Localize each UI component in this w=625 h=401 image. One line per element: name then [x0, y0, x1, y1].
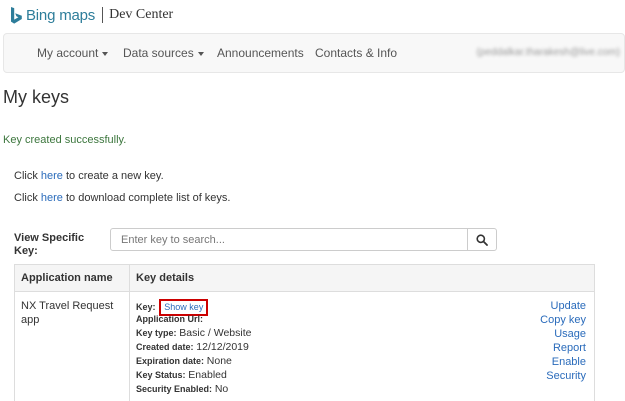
key-row: Key: Show key	[136, 299, 209, 316]
nav-data-sources-label: Data sources	[123, 46, 194, 60]
key-type-value: Basic / Website	[179, 327, 252, 339]
application-name: NX Travel Request app	[21, 300, 114, 326]
nav-my-account-label: My account	[37, 46, 99, 60]
created-date-row: Created date: 12/12/2019	[136, 341, 249, 353]
usage-link[interactable]: Usage	[506, 327, 586, 341]
nav-contacts-info[interactable]: Contacts & Info	[315, 46, 397, 60]
brand-divider	[102, 7, 104, 23]
page-title: My keys	[3, 87, 70, 107]
create-key-line: Click here to create a new key.	[14, 170, 164, 182]
nav-announcements-label: Announcements	[217, 46, 304, 60]
column-divider	[129, 265, 130, 401]
copy-key-link[interactable]: Copy key	[506, 313, 586, 327]
download-keys-line: Click here to download complete list of …	[14, 192, 231, 204]
brand-subtitle[interactable]: Dev Center	[109, 7, 173, 23]
nav-data-sources[interactable]: Data sources	[123, 46, 204, 60]
caret-down-icon	[197, 51, 204, 56]
keys-table: Application name Key details NX Travel R…	[14, 264, 595, 401]
nav-user-email[interactable]: (peddalkar.tharakesh@live.com)	[476, 47, 620, 58]
key-status-row: Key Status: Enabled	[136, 369, 227, 381]
search-button[interactable]	[467, 228, 497, 251]
security-link[interactable]: Security	[506, 369, 586, 383]
caret-down-icon	[102, 51, 109, 56]
expiration-date-value: None	[206, 355, 232, 367]
report-link[interactable]: Report	[506, 341, 586, 355]
create-key-link[interactable]: here	[41, 170, 63, 182]
key-type-row: Key type: Basic / Website	[136, 327, 252, 339]
security-enabled-row: Security Enabled: No	[136, 383, 229, 395]
key-actions: Update Copy key Usage Report Enable Secu…	[506, 299, 586, 383]
search-label: View Specific Key:	[14, 232, 85, 257]
bing-logo-icon	[11, 6, 22, 24]
enable-link[interactable]: Enable	[506, 355, 586, 369]
nav-announcements[interactable]: Announcements	[217, 46, 304, 60]
table-header: Application name Key details	[15, 265, 594, 292]
search-icon	[476, 233, 488, 246]
security-enabled-value: No	[214, 383, 229, 395]
brand-header: Bing maps Dev Center	[10, 5, 173, 25]
application-url-row: Application Url:	[136, 314, 203, 324]
nav-my-account[interactable]: My account	[37, 46, 109, 60]
created-date-value: 12/12/2019	[196, 341, 249, 353]
key-status-value: Enabled	[188, 369, 227, 381]
search-input[interactable]	[110, 228, 468, 251]
top-navbar: My account Data sources Announcements Co…	[3, 33, 625, 73]
success-message: Key created successfully.	[3, 134, 127, 146]
download-keys-link[interactable]: here	[41, 192, 63, 204]
brand-name[interactable]: Bing maps	[26, 7, 95, 24]
update-link[interactable]: Update	[506, 299, 586, 313]
nav-contacts-info-label: Contacts & Info	[315, 46, 398, 60]
header-application-name: Application name	[21, 272, 113, 284]
header-key-details: Key details	[136, 272, 195, 284]
expiration-date-row: Expiration date: None	[136, 355, 232, 367]
